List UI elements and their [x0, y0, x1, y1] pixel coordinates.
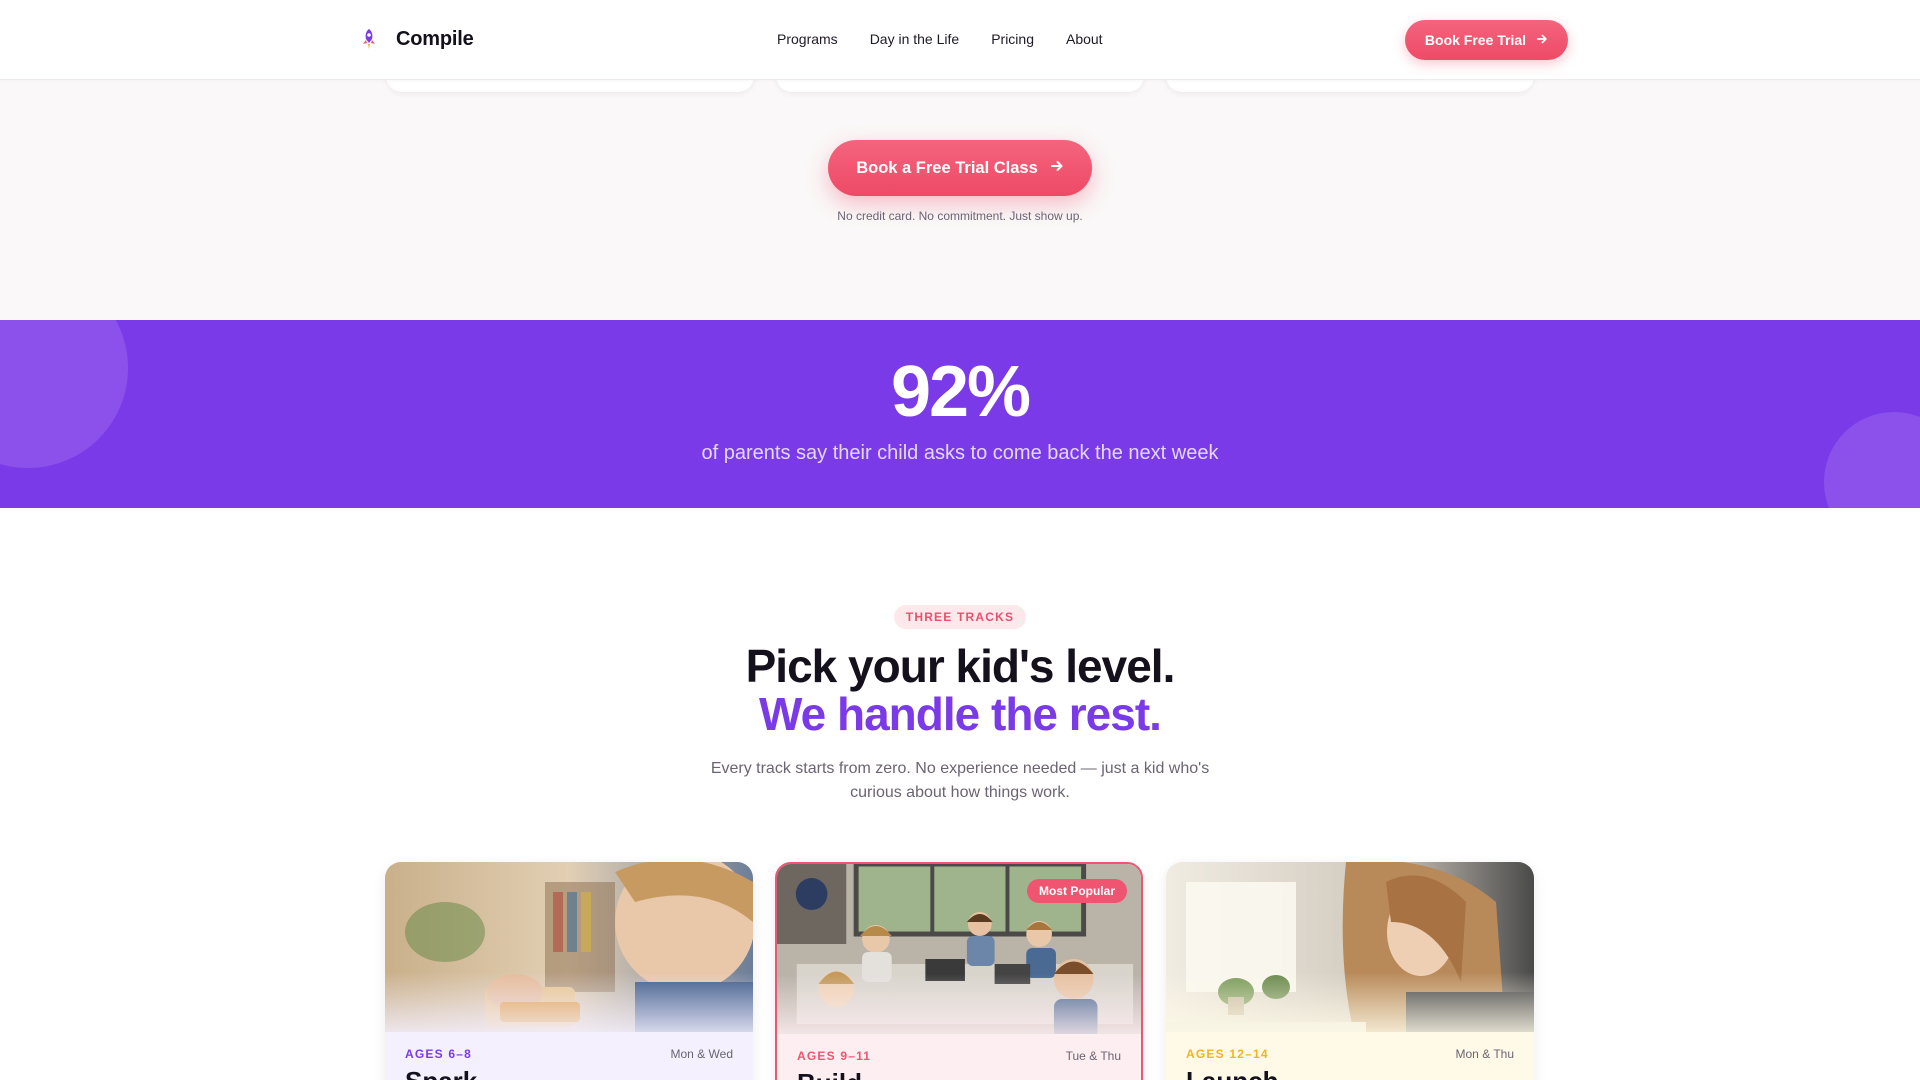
nav-link-pricing[interactable]: Pricing: [991, 31, 1034, 47]
nav-link-about[interactable]: About: [1066, 31, 1103, 47]
cta-label: Book a Free Trial Class: [856, 158, 1038, 177]
nav-link-programs[interactable]: Programs: [777, 31, 838, 47]
main-nav: Programs Day in the Life Pricing About: [777, 31, 1103, 47]
stat-value: 92%: [890, 352, 1031, 432]
track-schedule: Mon & Thu: [1455, 1047, 1514, 1061]
book-free-trial-button[interactable]: Book Free Trial: [1405, 20, 1568, 60]
track-schedule: Tue & Thu: [1065, 1049, 1121, 1063]
track-card-launch[interactable]: AGES 12–14 Mon & Thu Launch: [1166, 862, 1534, 1080]
nav-cta-label: Book Free Trial: [1424, 32, 1527, 48]
section-headline-accent: We handle the rest.: [759, 688, 1162, 740]
stat-band: 92% of parents say their child asks to c…: [0, 320, 1920, 508]
book-free-trial-class-button[interactable]: Book a Free Trial Class: [828, 140, 1092, 196]
stat-caption: of parents say their child asks to come …: [701, 442, 1219, 464]
track-age-range: AGES 12–14: [1186, 1047, 1269, 1061]
navbar: Compile Programs Day in the Life Pricing…: [0, 0, 1920, 80]
section-headline: Pick your kid's level.: [745, 640, 1176, 692]
brand-logo[interactable]: Compile: [358, 26, 474, 52]
section-eyebrow: THREE TRACKS: [894, 605, 1026, 629]
track-age-range: AGES 6–8: [405, 1047, 472, 1061]
track-schedule: Mon & Wed: [670, 1047, 733, 1061]
most-popular-badge: Most Popular: [1027, 879, 1127, 903]
track-age-range: AGES 9–11: [797, 1049, 872, 1063]
track-name: Build: [797, 1068, 862, 1080]
track-name: Launch: [1186, 1066, 1278, 1080]
arrow-right-icon: [1536, 32, 1548, 48]
rocket-logo-icon: [363, 29, 375, 49]
track-name: Spark: [405, 1066, 477, 1080]
nav-link-day-in-the-life[interactable]: Day in the Life: [870, 31, 960, 47]
cta-note: No credit card. No commitment. Just show…: [837, 209, 1083, 223]
section-subtext: Every track starts from zero. No experie…: [710, 760, 1210, 801]
track-card-spark[interactable]: AGES 6–8 Mon & Wed Spark: [385, 862, 753, 1080]
brand-name: Compile: [396, 27, 474, 50]
arrow-right-icon: [1050, 159, 1064, 178]
